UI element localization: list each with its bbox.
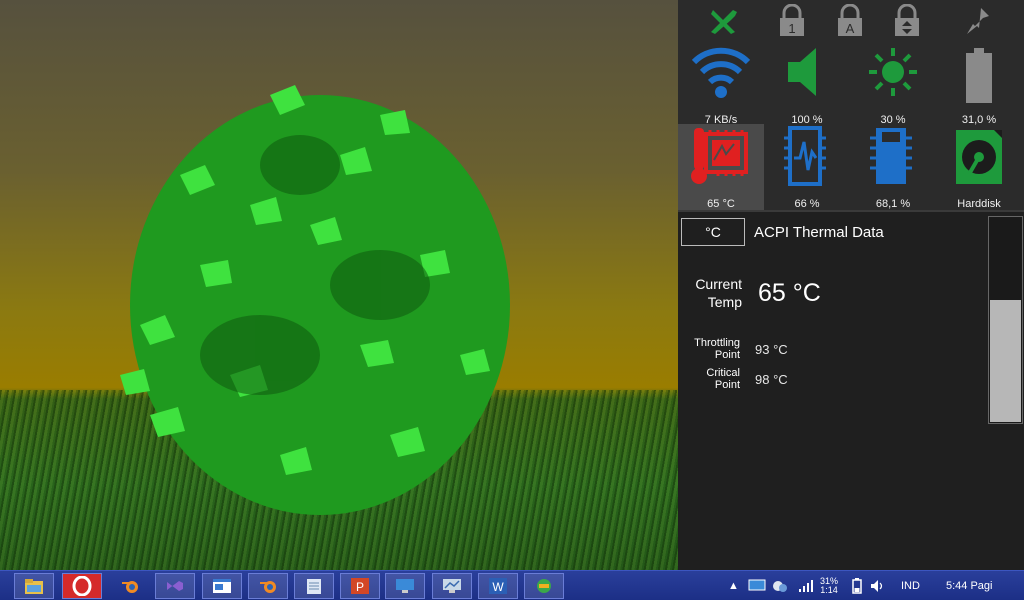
current-temp-value: 65 °C <box>758 279 821 307</box>
tile-volume[interactable]: 100 % <box>764 40 850 126</box>
powerpoint-icon[interactable]: P <box>340 573 380 599</box>
file-explorer-icon[interactable] <box>14 573 54 599</box>
tile-harddisk[interactable]: Harddisk <box>936 124 1022 210</box>
tile-memory[interactable]: 68,1 % <box>850 124 936 210</box>
system-panel: 1 A 7 KB/s 100 % 30 % 31,0 % 65 °C 66 % … <box>678 0 1024 570</box>
tile-battery[interactable]: 31,0 % <box>936 40 1022 126</box>
visual-studio-icon[interactable] <box>155 573 195 599</box>
pin-icon[interactable] <box>958 2 998 40</box>
current-temp-label-line2: Temp <box>707 294 742 310</box>
notepad-icon[interactable] <box>294 573 334 599</box>
tray-battery-icon[interactable] <box>852 571 862 600</box>
critical-label-line2: Point <box>714 379 740 391</box>
tray-expand-arrow[interactable]: ▲ <box>728 571 739 600</box>
tile-brightness[interactable]: 30 % <box>850 40 936 126</box>
tree-illustration <box>120 85 510 515</box>
taskbar: P W ▲ 31% 1:14 IND 5:44 Pagi <box>0 570 1024 600</box>
sun-icon <box>869 48 917 96</box>
word-icon[interactable]: W <box>478 573 518 599</box>
temperature-gauge-fill <box>990 300 1021 422</box>
tray-battery-time: 1:14 <box>820 585 838 595</box>
throttling-label-line2: Point <box>714 349 740 361</box>
critical-point-value: 98 °C <box>755 372 788 387</box>
tray-language[interactable]: IND <box>901 571 920 600</box>
svg-text:A: A <box>846 21 855 36</box>
lock-1-icon[interactable]: 1 <box>772 2 812 40</box>
memory-label: 68,1 % <box>875 198 911 210</box>
memory-chip-icon <box>870 128 912 184</box>
window-app-icon[interactable] <box>202 573 242 599</box>
temperature-label: 65 °C <box>707 198 735 210</box>
tray-network-app-icon[interactable] <box>772 571 788 600</box>
tile-network[interactable]: 7 KB/s <box>678 40 764 126</box>
tray-battery-text[interactable]: 31% 1:14 <box>820 571 838 600</box>
critical-label-line1: Critical <box>706 367 740 379</box>
lock-scroll-icon[interactable] <box>887 2 927 40</box>
svg-text:1: 1 <box>788 21 795 36</box>
thermal-detail-panel: °C ACPI Thermal Data Current Temp 65 °C … <box>678 210 1024 570</box>
remote-desktop-icon[interactable] <box>385 573 425 599</box>
blender-icon[interactable] <box>110 573 150 599</box>
blender-icon-2[interactable] <box>248 573 288 599</box>
tray-signal-icon[interactable] <box>798 571 814 600</box>
unit-toggle-button[interactable]: °C <box>681 218 745 246</box>
throttling-point-label: Throttling Point <box>686 337 740 361</box>
opera-icon[interactable] <box>62 573 102 599</box>
tray-monitor-icon[interactable] <box>748 571 766 600</box>
speaker-icon <box>788 48 816 96</box>
tray-volume-icon[interactable] <box>870 571 886 600</box>
temperature-gauge <box>988 216 1023 424</box>
battery-icon <box>966 48 992 103</box>
tray-clock[interactable]: 5:44 Pagi <box>946 571 992 600</box>
svg-text:P: P <box>356 580 364 594</box>
tile-cpu[interactable]: 66 % <box>764 124 850 210</box>
throttling-label-line1: Throttling <box>694 337 740 349</box>
tile-temperature[interactable]: 65 °C <box>678 124 764 210</box>
cpu-label: 66 % <box>794 198 820 210</box>
cpu-chip-icon <box>784 126 826 186</box>
disk-icon <box>956 130 1002 184</box>
svg-text:W: W <box>492 580 504 594</box>
lock-a-icon[interactable]: A <box>830 2 870 40</box>
wrench-icon[interactable] <box>704 2 744 40</box>
harddisk-label: Harddisk <box>957 198 1001 210</box>
current-temp-label-line1: Current <box>695 276 742 292</box>
wifi-icon <box>691 47 751 98</box>
panel-toolbar: 1 A <box>678 2 1024 40</box>
thermometer-chip-icon <box>691 128 748 184</box>
detail-title: ACPI Thermal Data <box>754 224 884 241</box>
network-app-icon[interactable] <box>524 573 564 599</box>
current-temp-label: Current Temp <box>686 275 742 311</box>
critical-point-label: Critical Point <box>686 367 740 391</box>
throttling-point-value: 93 °C <box>755 342 788 357</box>
monitor-icon[interactable] <box>432 573 472 599</box>
